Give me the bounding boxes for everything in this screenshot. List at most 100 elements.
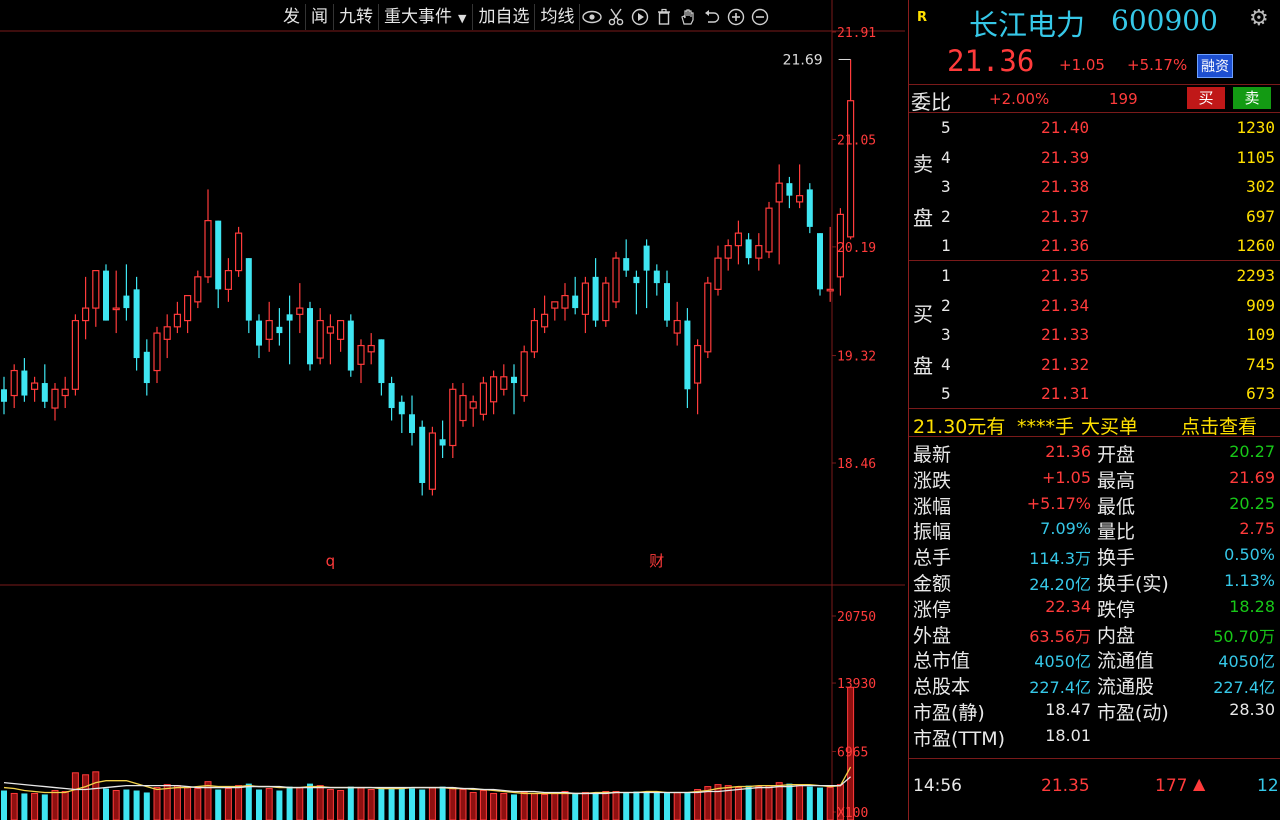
volume-bar[interactable] (194, 788, 202, 820)
play-icon[interactable] (628, 4, 652, 30)
volume-bar[interactable] (745, 785, 752, 820)
tb-major-events-dropdown[interactable]: 重大事件 ▼ (379, 4, 474, 30)
volume-bar[interactable] (643, 791, 650, 820)
trash-icon[interactable] (652, 4, 676, 30)
volume-bar[interactable] (500, 792, 508, 820)
volume-bar[interactable] (245, 783, 252, 820)
scissors-icon[interactable] (604, 4, 628, 30)
tb-ma-button[interactable]: 均线 (535, 4, 581, 30)
volume-bar[interactable] (388, 788, 395, 820)
tb-jiuzhuan-button[interactable]: 九转 (334, 4, 379, 30)
tb-fa-button[interactable]: 发 (278, 4, 306, 30)
candle-body[interactable] (245, 258, 252, 321)
candle-body[interactable] (419, 426, 426, 483)
margin-trading-badge[interactable]: 融资 (1197, 54, 1233, 78)
candle-body[interactable] (103, 270, 109, 321)
volume-bar[interactable] (734, 787, 742, 820)
volume-bar[interactable] (41, 794, 48, 820)
volume-bar[interactable] (378, 787, 385, 820)
candle-body[interactable] (41, 383, 48, 402)
candle-body[interactable] (602, 282, 610, 322)
volume-bar[interactable] (623, 792, 630, 820)
candle-body[interactable] (786, 183, 793, 196)
volume-bar[interactable] (153, 787, 161, 820)
hand-icon[interactable] (676, 4, 700, 30)
volume-bar[interactable] (367, 789, 375, 820)
volume-bar[interactable] (806, 786, 813, 820)
candle-body[interactable] (795, 195, 804, 203)
candle-body[interactable] (846, 100, 855, 238)
kline-chart-svg[interactable]: 21.91 21.05 20.19 19.32 18.46 20750 13930 6965 X… (0, 0, 908, 820)
candle-body[interactable] (112, 307, 120, 311)
candle-body[interactable] (684, 320, 691, 390)
sell-button[interactable]: 卖 (1233, 87, 1271, 109)
candle-body[interactable] (276, 326, 283, 334)
buy-button[interactable]: 买 (1187, 87, 1225, 109)
candle-body[interactable] (664, 283, 670, 321)
zoom-out-icon[interactable] (748, 4, 772, 30)
candle-body[interactable] (51, 388, 59, 409)
volume-bar[interactable] (775, 782, 783, 820)
volume-bar[interactable] (92, 771, 100, 820)
volume-bar[interactable] (439, 786, 446, 820)
candle-body[interactable] (755, 245, 763, 259)
volume-bar[interactable] (449, 787, 457, 820)
volume-bar[interactable] (826, 787, 834, 820)
candle-body[interactable] (714, 257, 722, 290)
volume-bar[interactable] (428, 787, 436, 820)
gear-icon[interactable]: ⚙ (1249, 6, 1269, 31)
candle-body[interactable] (326, 326, 334, 334)
volume-bar[interactable] (215, 789, 222, 820)
zoom-in-icon[interactable] (724, 4, 748, 30)
volume-bar[interactable] (10, 792, 18, 820)
volume-bar[interactable] (1, 790, 7, 820)
volume-bar[interactable] (612, 790, 620, 820)
candle-body[interactable] (256, 320, 262, 346)
candle-body[interactable] (551, 301, 559, 309)
eye-icon[interactable] (580, 4, 604, 30)
candle-body[interactable] (153, 332, 161, 372)
candle-body[interactable] (775, 182, 783, 203)
candle-body[interactable] (163, 326, 171, 340)
candle-body[interactable] (704, 282, 712, 353)
volume-bar[interactable] (184, 787, 192, 820)
candle-body[interactable] (388, 383, 395, 409)
volume-bar[interactable] (684, 792, 691, 820)
candle-body[interactable] (745, 239, 752, 259)
volume-bar[interactable] (459, 789, 467, 820)
candle-body[interactable] (561, 294, 569, 309)
buy-order-row[interactable]: 4 21.32 745 (909, 351, 1280, 379)
candle-body[interactable] (612, 257, 620, 303)
candle-body[interactable] (31, 382, 39, 390)
volume-bar[interactable] (572, 793, 579, 820)
candle-body[interactable] (143, 351, 150, 384)
volume-bar[interactable] (592, 792, 599, 820)
candle-body[interactable] (439, 439, 446, 446)
volume-bar[interactable] (633, 791, 640, 820)
volume-bar[interactable] (307, 783, 313, 820)
volume-bar[interactable] (755, 786, 763, 820)
volume-bar[interactable] (419, 789, 426, 820)
candle-body[interactable] (367, 344, 375, 353)
candle-body[interactable] (21, 370, 28, 396)
event-marker[interactable]: q (326, 552, 336, 570)
candle-body[interactable] (347, 320, 354, 371)
volume-bar[interactable] (581, 791, 589, 820)
volume-bar[interactable] (530, 792, 538, 820)
volume-bar[interactable] (520, 791, 528, 820)
candle-body[interactable] (92, 270, 100, 309)
buy-order-row[interactable]: 5 21.31 673 (909, 380, 1280, 408)
candle-body[interactable] (204, 220, 212, 278)
volume-bar[interactable] (694, 789, 702, 820)
candle-body[interactable] (235, 232, 243, 272)
volume-bar[interactable] (256, 789, 262, 820)
candle-body[interactable] (173, 313, 181, 328)
volume-bar[interactable] (103, 788, 109, 820)
candle-body[interactable] (296, 307, 304, 315)
volume-bar[interactable] (409, 788, 415, 820)
tb-add-watchlist-button[interactable]: 加自选 (473, 4, 536, 30)
event-marker[interactable]: 财 (649, 552, 664, 570)
volume-bar[interactable] (347, 786, 354, 820)
volume-bar[interactable] (326, 789, 334, 820)
candle-body[interactable] (623, 258, 630, 271)
